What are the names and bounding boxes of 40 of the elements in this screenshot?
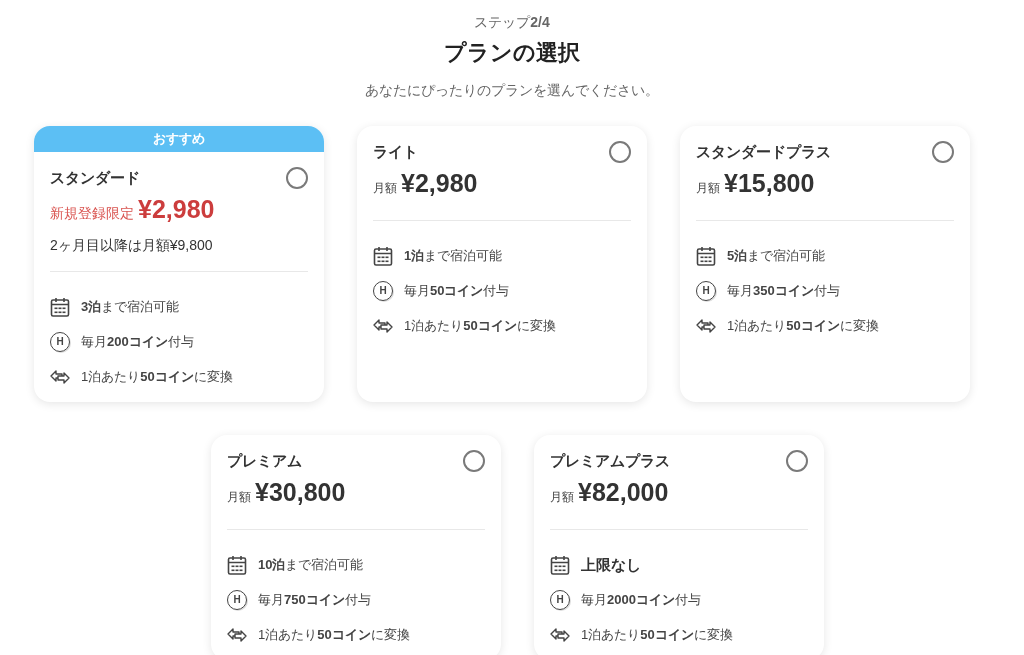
price-note: 2ヶ月目以降は月額¥9,800 [50,236,214,255]
recommended-banner: おすすめ [34,126,324,152]
calendar-icon [696,246,716,266]
feature-text: 10泊まで宿泊可能 [258,556,364,574]
price-label: 月額 [227,489,251,506]
page-title: プランの選択 [444,39,580,67]
price-label: 月額 [696,180,720,197]
feature-text: 1泊まで宿泊可能 [404,247,503,265]
feature-text: 毎月2000コイン付与 [581,591,701,609]
page-subtitle: あなたにぴったりのプランを選んでください。 [365,81,659,100]
price-amount: ¥82,000 [578,477,669,508]
calendar-icon [373,246,393,266]
feature-text: 毎月750コイン付与 [258,591,371,609]
price-amount: ¥2,980 [138,194,215,225]
radio-button[interactable] [463,450,485,472]
calendar-icon [550,555,570,575]
price-label: 新規登録限定 [50,204,134,223]
calendar-icon [50,297,70,317]
step-indicator: ステップ2/4 [474,13,550,32]
feature-text: 毎月50コイン付与 [404,282,510,300]
radio-button[interactable] [609,141,631,163]
radio-button[interactable] [786,450,808,472]
calendar-icon [227,555,247,575]
radio-button[interactable] [286,167,308,189]
feature-text: 毎月350コイン付与 [727,282,840,300]
plan-name: スタンダード [50,168,140,188]
plan-name: ライト [373,142,418,162]
price-amount: ¥2,980 [401,168,478,199]
price-label: 月額 [550,489,574,506]
feature-text: 3泊まで宿泊可能 [81,298,180,316]
radio-button[interactable] [932,141,954,163]
feature-text: 5泊まで宿泊可能 [727,247,826,265]
plan-name: プレミアム [227,451,302,471]
plan-name: プレミアムプラス [550,451,670,471]
price-label: 月額 [373,180,397,197]
feature-text: 上限なし [581,555,641,575]
price-amount: ¥15,800 [724,168,815,199]
plan-name: スタンダードプラス [696,142,831,162]
price-amount: ¥30,800 [255,477,346,508]
feature-text: 毎月200コイン付与 [81,333,194,351]
